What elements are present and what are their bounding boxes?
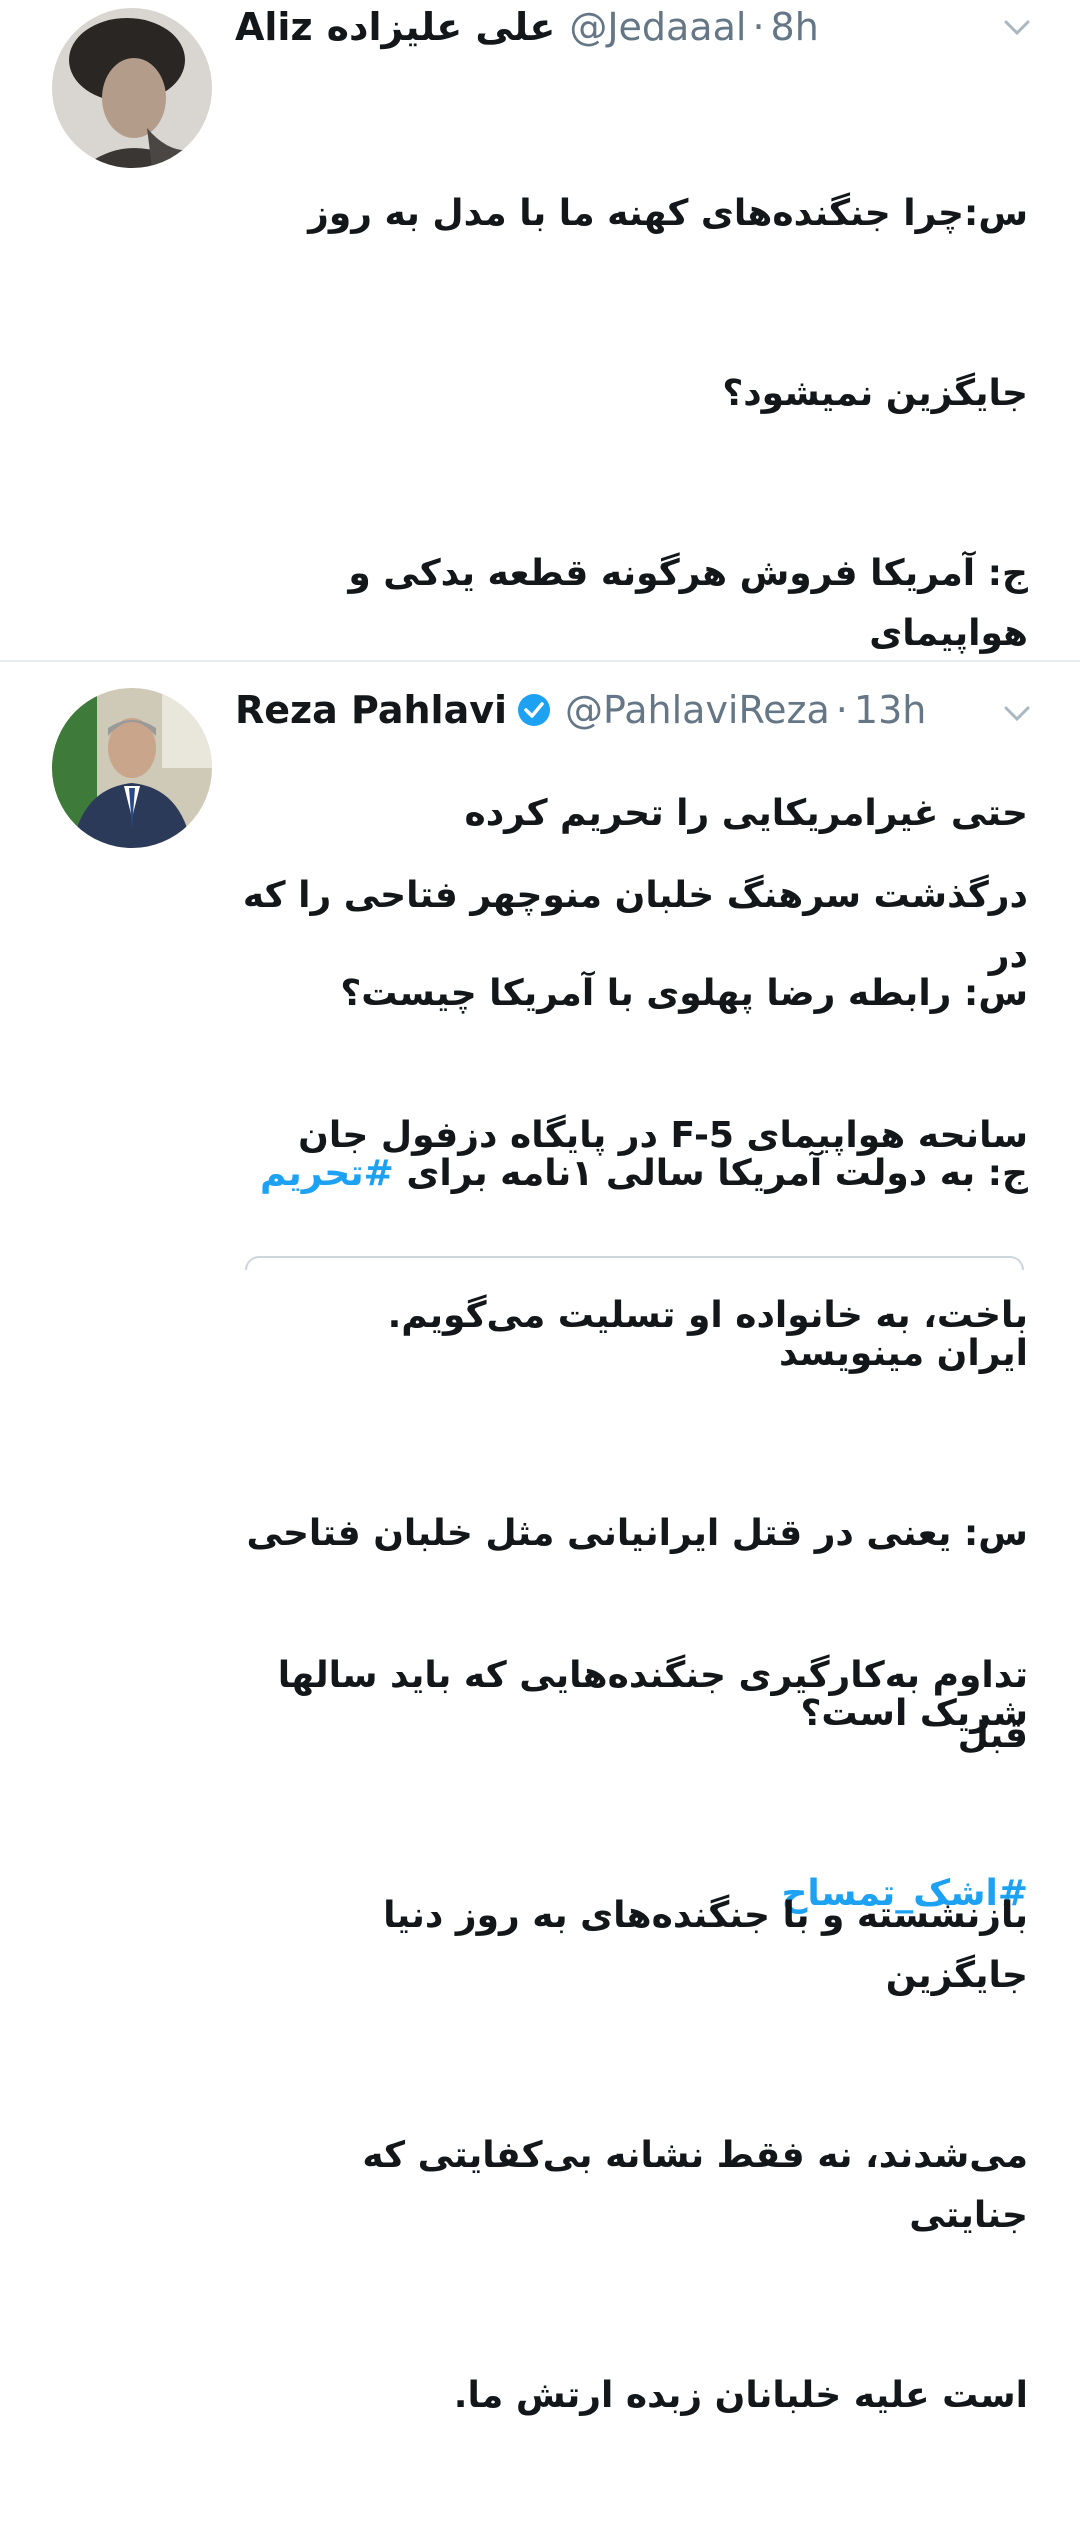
display-name[interactable]: Aliz — [235, 0, 313, 57]
user-handle[interactable]: @Jedaaal — [569, 0, 746, 57]
timestamp[interactable]: 8h — [771, 0, 819, 57]
tweet-text: درگذشت سرهنگ خلبان منوچهر فتاحی را که در… — [235, 746, 1028, 2526]
separator: · — [752, 5, 765, 49]
tweet-text-line: سانحه هواپیمای F-5 در پایگاه دزفول جان — [298, 1115, 1028, 1156]
tweet-item[interactable]: Reza Pahlavi @PahlaviReza · 13h درگذشت س… — [0, 662, 1080, 2416]
timestamp[interactable]: 13h — [854, 680, 926, 740]
tweet-text-line: باخت، به خانواده او تسلیت می‌گویم. — [387, 1295, 1028, 1336]
user-avatar[interactable] — [52, 688, 212, 848]
display-name-persian[interactable]: علی علیزاده — [327, 0, 556, 57]
user-handle[interactable]: @PahlaviReza — [565, 680, 830, 740]
tweet-text-line: تداوم به‌کارگیری جنگنده‌هایی که باید سال… — [265, 1655, 1028, 1756]
tweet-item[interactable]: Aliz علی علیزاده @Jedaaal · 8h س:چرا جنگ… — [0, 0, 1080, 1914]
chevron-down-icon[interactable] — [1002, 12, 1032, 42]
user-avatar[interactable] — [52, 8, 212, 168]
tweet-text-line: جایگزین نمیشود؟ — [722, 373, 1028, 414]
tweet-text-line: است علیه خلبانان زبده ارتش ما. — [453, 2375, 1028, 2416]
display-name[interactable]: Reza Pahlavi — [235, 680, 507, 740]
verified-badge-icon — [517, 693, 551, 727]
tweet-text-line: س:چرا جنگنده‌های کهنه ما با مدل به روز — [308, 193, 1028, 234]
separator: · — [835, 688, 848, 732]
tweet-text-line: ج: آمریکا فروش هرگونه قطعه یدکی و هواپیم… — [335, 553, 1028, 654]
tweet-text-line: می‌شدند، نه فقط نشانه بی‌کفایتی که جنایت… — [349, 2135, 1028, 2236]
tweet-text-line: درگذشت سرهنگ خلبان منوچهر فتاحی را که در — [230, 875, 1028, 976]
chevron-down-icon[interactable] — [1002, 698, 1032, 728]
tweet-text-line: بازنشسته و با جنگنده‌های به روز دنیا جای… — [370, 1895, 1028, 1996]
tweet-header: Aliz علی علیزاده @Jedaaal · 8h — [235, 0, 1060, 57]
tweet-header: Reza Pahlavi @PahlaviReza · 13h — [235, 680, 1060, 740]
media-card-edge[interactable] — [245, 1256, 1024, 1270]
